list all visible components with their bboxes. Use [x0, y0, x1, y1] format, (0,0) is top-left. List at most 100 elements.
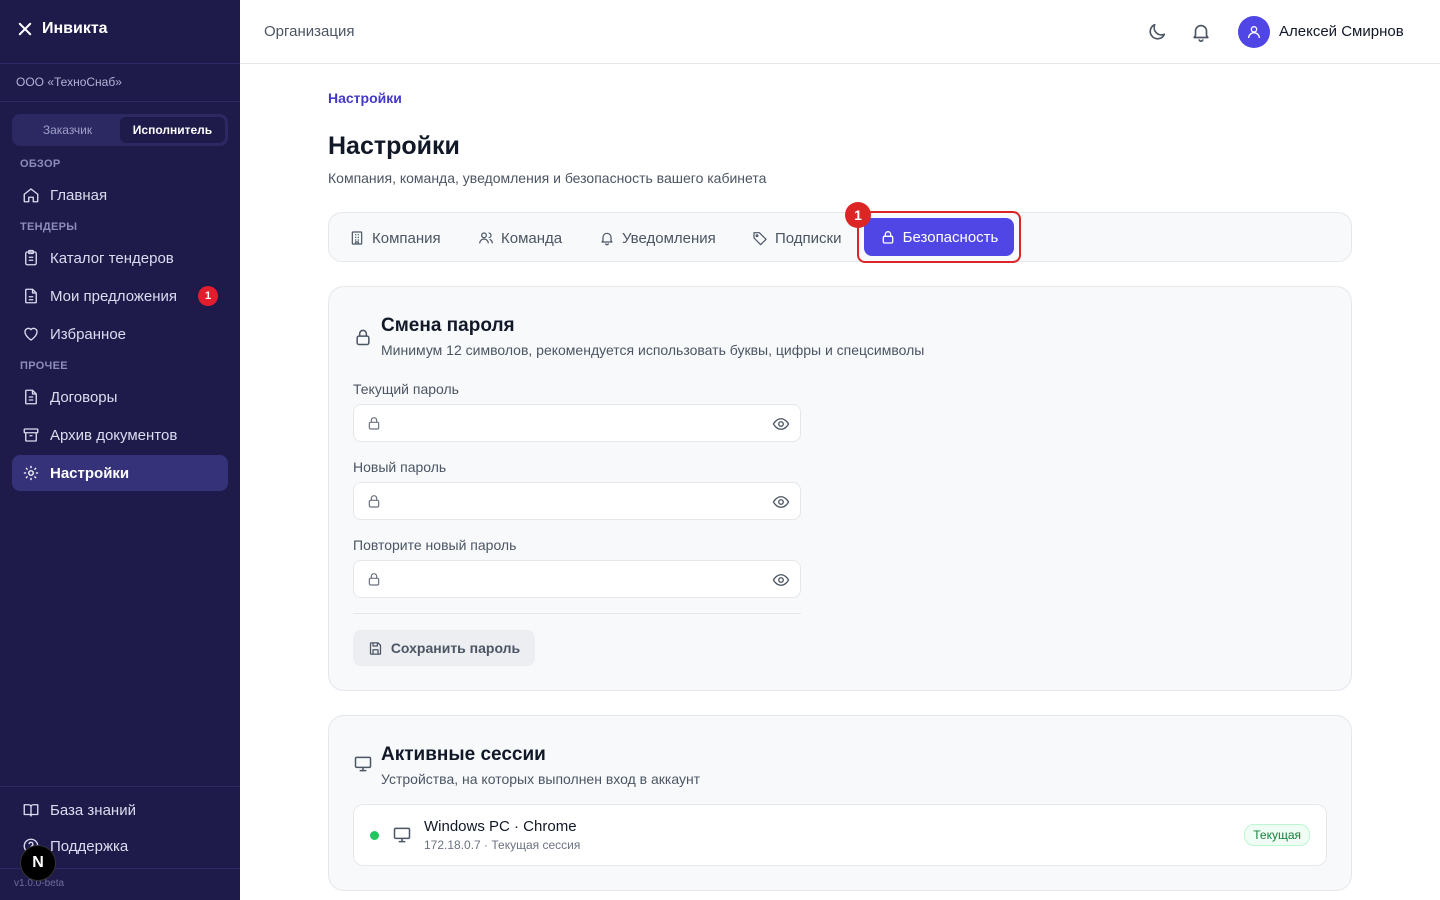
tab-security[interactable]: Безопасность — [864, 218, 1014, 256]
bell-icon[interactable] — [1190, 21, 1212, 43]
field-label-current: Текущий пароль — [353, 381, 459, 397]
new-password-field — [353, 482, 801, 520]
eye-icon[interactable] — [772, 493, 790, 511]
sidebar-item-catalog[interactable]: Каталог тендеров — [12, 240, 228, 276]
tag-icon — [753, 232, 767, 246]
header-title: Организация — [264, 23, 355, 40]
monitor-icon — [393, 827, 411, 843]
heart-icon — [24, 327, 38, 341]
sidebar-item-label: Главная — [50, 186, 108, 204]
lock-icon — [368, 495, 380, 508]
section-other: ПРОЧЕЕ — [20, 360, 68, 372]
sidebar-item-label: Избранное — [50, 325, 127, 343]
lock-icon — [356, 329, 370, 346]
top-header: Организация Алексей Смирнов — [240, 0, 1440, 64]
section-tenders: ТЕНДЕРЫ — [20, 221, 78, 233]
field-label-repeat: Повторите новый пароль — [353, 537, 517, 553]
bell-icon — [601, 232, 613, 246]
sidebar-item-label: Поддержка — [50, 837, 129, 855]
lock-icon — [882, 231, 893, 244]
save-icon — [369, 641, 381, 655]
session-device: Windows PC · Chrome — [424, 818, 577, 835]
file-icon — [25, 288, 37, 304]
tab-team[interactable]: Команда — [478, 225, 562, 251]
repeat-password-input[interactable] — [390, 561, 760, 597]
save-label: Сохранить пароль — [390, 640, 521, 656]
eye-icon[interactable] — [772, 415, 790, 433]
repeat-password-field — [353, 560, 801, 598]
card-title: Смена пароля — [381, 315, 515, 336]
gear-icon — [23, 465, 39, 481]
sidebar-item-knowledge-base[interactable]: База знаний — [12, 792, 228, 828]
page-subtitle: Компания, команда, уведомления и безопас… — [328, 170, 767, 186]
eye-icon[interactable] — [772, 571, 790, 589]
sidebar-item-label: Архив документов — [50, 426, 178, 444]
brand-name: Инвикта — [42, 20, 108, 37]
tab-label: Команда — [501, 229, 563, 247]
sidebar-item-label: База знаний — [50, 801, 136, 819]
sidebar-item-label: Каталог тендеров — [50, 249, 174, 267]
sidebar-divider — [0, 63, 240, 64]
building-icon — [351, 231, 363, 245]
user-icon — [1248, 26, 1260, 39]
breadcrumb[interactable]: Настройки — [328, 90, 402, 106]
card-subtitle: Минимум 12 символов, рекомендуется испол… — [381, 342, 925, 358]
tab-company[interactable]: Компания — [349, 225, 441, 251]
section-overview: ОБЗОР — [20, 158, 61, 170]
avatar[interactable] — [1238, 16, 1270, 48]
sidebar-item-archive[interactable]: Архив документов — [12, 417, 228, 453]
role-contractor[interactable]: Исполнитель — [120, 117, 225, 143]
sidebar-item-contracts[interactable]: Договоры — [12, 379, 228, 415]
online-status-dot — [370, 831, 379, 840]
tab-label: Уведомления — [622, 229, 716, 247]
document-icon — [25, 389, 37, 405]
current-session-badge: Текущая — [1244, 824, 1310, 846]
sidebar-item-favorites[interactable]: Избранное — [12, 316, 228, 352]
brand-logo[interactable]: Инвикта — [16, 20, 108, 38]
tab-subscriptions[interactable]: Подписки — [752, 225, 842, 251]
sessions-card: Активные сессии Устройства, на которых в… — [328, 715, 1352, 891]
card-subtitle: Устройства, на которых выполнен вход в а… — [381, 771, 701, 787]
sidebar-item-label: Мои предложения — [50, 287, 178, 305]
sidebar-divider — [0, 786, 240, 787]
session-details: 172.18.0.7 · Текущая сессия — [424, 838, 581, 852]
sidebar-divider — [0, 101, 240, 102]
current-password-input[interactable] — [390, 405, 760, 441]
role-customer[interactable]: Заказчик — [15, 117, 120, 143]
org-name: ООО «ТехноСнаб» — [16, 75, 122, 89]
sidebar-item-my-offers[interactable]: Мои предложения 1 — [12, 278, 228, 314]
session-row: Windows PC · Chrome 172.18.0.7 · Текущая… — [353, 804, 1327, 866]
current-password-field — [353, 404, 801, 442]
monitor-icon — [354, 756, 372, 772]
save-password-button[interactable]: Сохранить пароль — [353, 630, 535, 666]
dev-tools-button[interactable]: N — [20, 845, 56, 881]
form-divider — [353, 613, 801, 614]
sidebar-item-label: Настройки — [50, 464, 130, 482]
role-switch: Заказчик Исполнитель — [12, 114, 228, 146]
tab-label: Безопасность — [902, 228, 999, 246]
new-password-input[interactable] — [390, 483, 760, 519]
sidebar-item-home[interactable]: Главная — [12, 177, 228, 213]
card-title: Активные сессии — [381, 744, 546, 765]
tab-notifications[interactable]: Уведомления — [599, 225, 716, 251]
tab-label: Компания — [372, 229, 441, 247]
book-icon — [23, 804, 39, 817]
clipboard-icon — [25, 249, 37, 266]
home-icon — [23, 188, 39, 203]
sidebar-item-label: Договоры — [50, 388, 118, 406]
settings-tabs: Компания Команда Уведомления Подписки Бе… — [328, 202, 1352, 263]
users-icon — [479, 232, 493, 244]
archive-icon — [23, 428, 39, 442]
sidebar: Инвикта ООО «ТехноСнаб» Заказчик Исполни… — [0, 0, 240, 900]
field-label-new: Новый пароль — [353, 459, 447, 475]
moon-icon[interactable] — [1146, 21, 1168, 43]
annotation-marker: 1 — [845, 202, 871, 228]
user-name[interactable]: Алексей Смирнов — [1279, 23, 1404, 40]
lock-icon — [368, 573, 380, 586]
page-title: Настройки — [328, 132, 460, 160]
notification-badge: 1 — [198, 286, 218, 306]
password-card: Смена пароля Минимум 12 символов, рекоме… — [328, 286, 1352, 691]
close-x-icon — [18, 22, 32, 36]
tab-label: Подписки — [775, 229, 842, 247]
sidebar-item-settings[interactable]: Настройки — [12, 455, 228, 491]
